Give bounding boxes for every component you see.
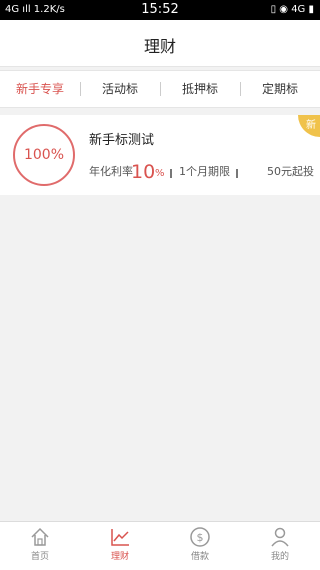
- term-text: 1个月期限: [179, 165, 230, 178]
- tab-activity[interactable]: 活动标: [80, 71, 160, 107]
- bottom-nav: 首页 理财 $ 借款 我的: [0, 521, 320, 570]
- nav-loan[interactable]: $ 借款: [160, 522, 240, 570]
- user-icon: [271, 527, 289, 547]
- nav-mine[interactable]: 我的: [240, 522, 320, 570]
- nav-mine-label: 我的: [270, 552, 289, 562]
- product-card[interactable]: 100% 新手标测试 年化利率 10 % 1个月期限 50元起投 新: [0, 115, 320, 195]
- new-badge-label: 新: [306, 120, 316, 131]
- tab-mortgage[interactable]: 抵押标: [160, 71, 240, 107]
- rate-label: 年化利率: [89, 165, 133, 178]
- nav-home-label: 首页: [30, 552, 49, 562]
- svg-text:$: $: [197, 531, 204, 544]
- rate-value: 10: [131, 161, 156, 183]
- status-bar: 4G ıll 1.2K/s 15:52 ▯ ◉ 4G ▮: [0, 0, 320, 20]
- chart-icon: [111, 529, 129, 546]
- min-invest-text: 50元起投: [267, 165, 314, 178]
- home-icon: [31, 527, 49, 546]
- product-info: 年化利率 10 % 1个月期限 50元起投: [89, 161, 314, 183]
- nav-home[interactable]: 首页: [0, 522, 80, 570]
- category-tabs: 新手专享 活动标 抵押标 定期标: [0, 70, 320, 108]
- system-icons: ▯ ◉ 4G ▮: [270, 4, 314, 15]
- page-title: 理财: [143, 37, 176, 56]
- dollar-circle-icon: $: [190, 527, 210, 547]
- product-name: 新手标测试: [89, 133, 155, 148]
- divider: [236, 169, 238, 178]
- page-header: 理财: [0, 20, 320, 67]
- tab-newbie[interactable]: 新手专享: [0, 71, 80, 107]
- nav-loan-label: 借款: [190, 552, 209, 562]
- divider: [170, 169, 172, 178]
- nav-finance[interactable]: 理财: [80, 522, 160, 570]
- new-badge: 新: [298, 115, 320, 137]
- tab-fixed-term[interactable]: 定期标: [240, 71, 320, 107]
- rate-unit: %: [155, 168, 165, 179]
- nav-finance-label: 理财: [110, 552, 129, 562]
- progress-ring: 100%: [13, 124, 75, 186]
